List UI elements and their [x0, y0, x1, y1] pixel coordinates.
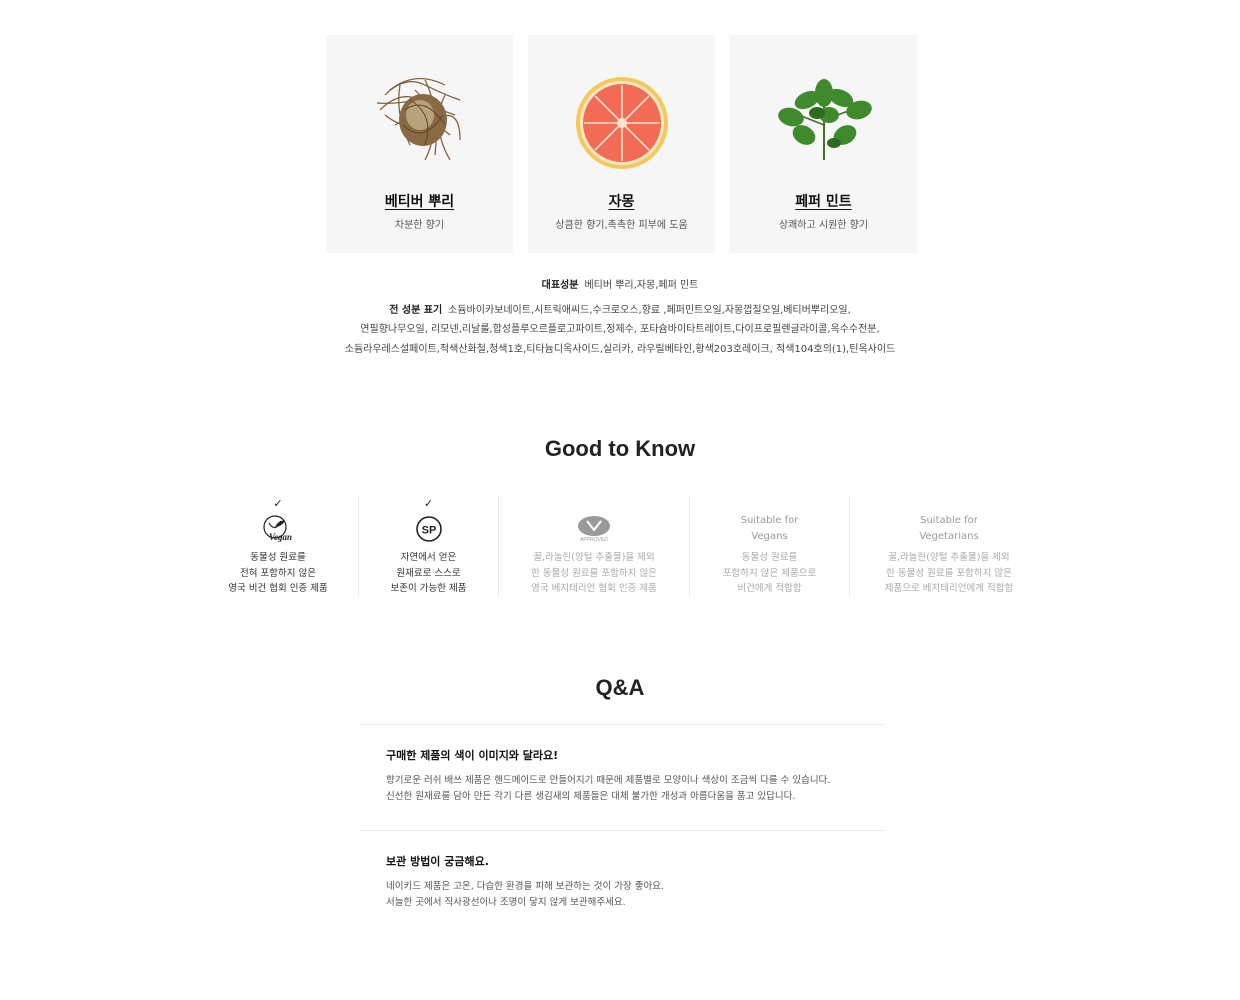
gtk-desc-line: 제품으로 베지테리언에게 적합함: [884, 583, 1014, 595]
suitable-label-line: Suitable for: [920, 515, 978, 526]
qa-answer: 네이키드 제품은 고온, 다습한 환경을 피해 보관하는 것이 가장 좋아요. …: [386, 879, 858, 911]
ingredient-name[interactable]: 자몽: [528, 191, 715, 211]
good-to-know-list: ✓ Vegan 동물성 원료를 전혀 포함하지 않은 영국 비건 협회 인증 제…: [198, 495, 1048, 597]
gtk-desc: 자연에서 얻은 원재료로 스스로 보존이 가능한 제품: [359, 550, 498, 597]
suitable-label-line: Vegans: [751, 530, 788, 542]
qa-answer-line: 서늘한 곳에서 직사광선이나 조명이 닿지 않게 보관해주세요.: [386, 897, 626, 908]
peppermint-image: [777, 79, 872, 160]
gtk-desc-line: 영국 베지테리언 협회 인증 제품: [531, 583, 657, 595]
full-ingredients-line: 소듐바이카보네이트,시트릭애씨드,수크로오스,향료 ,페퍼민트오일,자몽껍질오일…: [448, 304, 851, 316]
vegan-icon: Vegan: [263, 515, 292, 542]
gtk-desc-line: 자연에서 얻은: [400, 552, 457, 563]
gtk-desc-line: 꿀,라놀린(양털 추출물)을 제외: [533, 552, 655, 563]
sp-icon: SP: [415, 516, 442, 542]
approved-badge-text: APPROVED: [580, 537, 608, 543]
gtk-desc: 꿀,라놀린(양털 추출물)을 제외 한 동물성 원료를 포함하지 않은 제품으로…: [850, 550, 1048, 597]
vegetarian-approved-icon: APPROVED: [578, 516, 610, 543]
gtk-item-suitable-vegans: Suitable for Vegans 동물성 원료를 포함하지 않은 제품으로…: [690, 495, 850, 597]
gtk-desc: 꿀,라놀린(양털 추출물)을 제외 한 동물성 원료를 포함하지 않은 영국 베…: [499, 550, 689, 597]
gtk-item-vegan: ✓ Vegan 동물성 원료를 전혀 포함하지 않은 영국 비건 협회 인증 제…: [198, 495, 359, 597]
ingredient-cards: 베티버 뿌리 차분한 향기 자몽 상큼한 향기,촉촉한 피부에 도움 페퍼 민트…: [326, 35, 917, 253]
gtk-item-vegetarian-approved: APPROVED 꿀,라놀린(양털 추출물)을 제외 한 동물성 원료를 포함하…: [499, 495, 690, 597]
full-ingredients-line: 연필향나무오일, 리모넨,리날룰,합성플루오르플로고파이트,정제수, 포타슘바이…: [360, 324, 880, 335]
ingredients-info: 대표성분 베티버 뿌리,자몽,페퍼 민트 전 성분 표기 소듐바이카보네이트,시트릭…: [320, 276, 920, 359]
sp-icon-text: SP: [421, 525, 436, 537]
ingredient-name[interactable]: 베티버 뿌리: [326, 191, 513, 211]
gtk-desc-line: 보존이 가능한 제품: [390, 583, 467, 595]
check-icon: ✓: [273, 497, 283, 510]
good-to-know-title: Good to Know: [544, 436, 696, 461]
ingredient-desc: 상큼한 향기,촉촉한 피부에 도움: [555, 220, 688, 231]
gtk-desc-line: 한 동물성 원료를 포함하지 않은: [886, 567, 1012, 579]
gtk-desc-line: 포함하지 않은 제품으로: [722, 567, 817, 579]
grapefruit-image: [575, 77, 668, 169]
gtk-desc-line: 영국 비건 협회 인증 제품: [228, 583, 328, 595]
svg-text:Vegan: Vegan: [269, 532, 292, 542]
gtk-desc: 동물성 원료를 포함하지 않은 제품으로 비건에게 적합함: [690, 550, 849, 597]
ingredient-card-vetiver[interactable]: 베티버 뿌리 차분한 향기: [326, 35, 513, 253]
qa-item[interactable]: 보관 방법이 궁금해요. 네이키드 제품은 고온, 다습한 환경을 피해 보관하…: [360, 830, 884, 936]
qa-answer-line: 네이키드 제품은 고온, 다습한 환경을 피해 보관하는 것이 가장 좋아요.: [386, 881, 664, 892]
qa-item[interactable]: 구매한 제품의 색이 이미지와 달라요! 향기로운 러쉬 배쓰 제품은 핸드메이…: [360, 724, 884, 830]
ingredient-card-peppermint[interactable]: 페퍼 민트 상쾌하고 시원한 향기: [730, 35, 917, 253]
gtk-desc-line: 한 동물성 원료를 포함하지 않은: [531, 567, 657, 579]
gtk-item-self-preserving: ✓ SP 자연에서 얻은 원재료로 스스로 보존이 가능한 제품: [359, 495, 499, 597]
ingredient-desc: 상쾌하고 시원한 향기: [778, 220, 869, 231]
vetiver-root-image: [376, 78, 461, 161]
check-icon: ✓: [423, 497, 434, 510]
qa-answer: 향기로운 러쉬 배쓰 제품은 핸드메이드로 만들어지기 때문에 제품별로 모양이…: [386, 773, 858, 805]
gtk-desc-line: 동물성 원료를: [250, 552, 306, 563]
suitable-label-line: Vegetarians: [919, 530, 979, 542]
key-ingredients-label: 대표성분: [541, 280, 579, 291]
qa-question[interactable]: 보관 방법이 궁금해요.: [386, 853, 858, 869]
qa-question[interactable]: 구매한 제품의 색이 이미지와 달라요!: [386, 747, 858, 763]
ingredient-card-grapefruit[interactable]: 자몽 상큼한 향기,촉촉한 피부에 도움: [528, 35, 715, 253]
ingredient-desc: 차분한 향기: [394, 220, 445, 231]
key-ingredients-value: 베티버 뿌리,자몽,페퍼 민트: [584, 280, 699, 291]
gtk-desc-line: 동물성 원료를: [741, 552, 798, 563]
qa-title: Q&A: [595, 675, 645, 700]
gtk-desc-line: 꿀,라놀린(양털 추출물)을 제외: [888, 552, 1010, 563]
gtk-item-suitable-vegetarians: Suitable for Vegetarians 꿀,라놀린(양털 추출물)을 …: [850, 495, 1048, 597]
suitable-label: Suitable for Vegetarians: [850, 513, 1048, 544]
full-ingredients-line: 소듐라우레스설페이트,적색산화철,청색1호,티타늄디옥사이드,실리카, 라우릴베…: [344, 343, 896, 355]
suitable-label-line: Suitable for: [740, 515, 799, 526]
qa-answer-line: 향기로운 러쉬 배쓰 제품은 핸드메이드로 만들어지기 때문에 제품별로 모양이…: [386, 775, 831, 786]
qa-list: 구매한 제품의 색이 이미지와 달라요! 향기로운 러쉬 배쓰 제품은 핸드메이…: [360, 724, 884, 936]
qa-answer-line: 신선한 원재료를 담아 만든 각기 다른 생김새의 제품들은 대체 불가한 개성…: [386, 791, 796, 802]
gtk-desc-line: 전혀 포함하지 않은: [240, 567, 316, 579]
gtk-desc: 동물성 원료를 전혀 포함하지 않은 영국 비건 협회 인증 제품: [198, 550, 358, 597]
key-ingredients: 대표성분 베티버 뿌리,자몽,페퍼 민트: [320, 276, 920, 296]
suitable-label: Suitable for Vegans: [690, 513, 849, 544]
ingredient-name[interactable]: 페퍼 민트: [730, 191, 917, 211]
gtk-desc-line: 비건에게 적합함: [737, 583, 802, 595]
full-ingredients: 전 성분 표기 소듐바이카보네이트,시트릭애씨드,수크로오스,향료 ,페퍼민트오일…: [320, 301, 920, 360]
gtk-desc-line: 원재료로 스스로: [396, 567, 461, 579]
full-ingredients-label: 전 성분 표기: [389, 304, 443, 316]
